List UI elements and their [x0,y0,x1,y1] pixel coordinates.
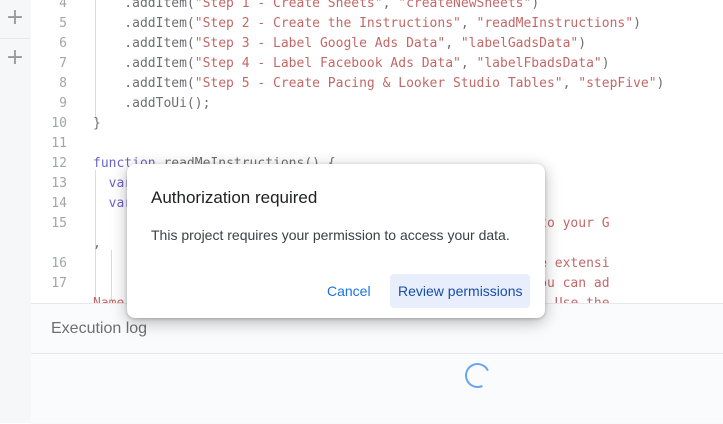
review-permissions-button[interactable]: Review permissions [390,274,531,308]
dialog-message: This project requires your permission to… [151,227,510,243]
cancel-button[interactable]: Cancel [319,274,379,308]
dialog-title: Authorization required [151,188,318,207]
authorization-dialog: Authorization required This project requ… [127,164,545,318]
